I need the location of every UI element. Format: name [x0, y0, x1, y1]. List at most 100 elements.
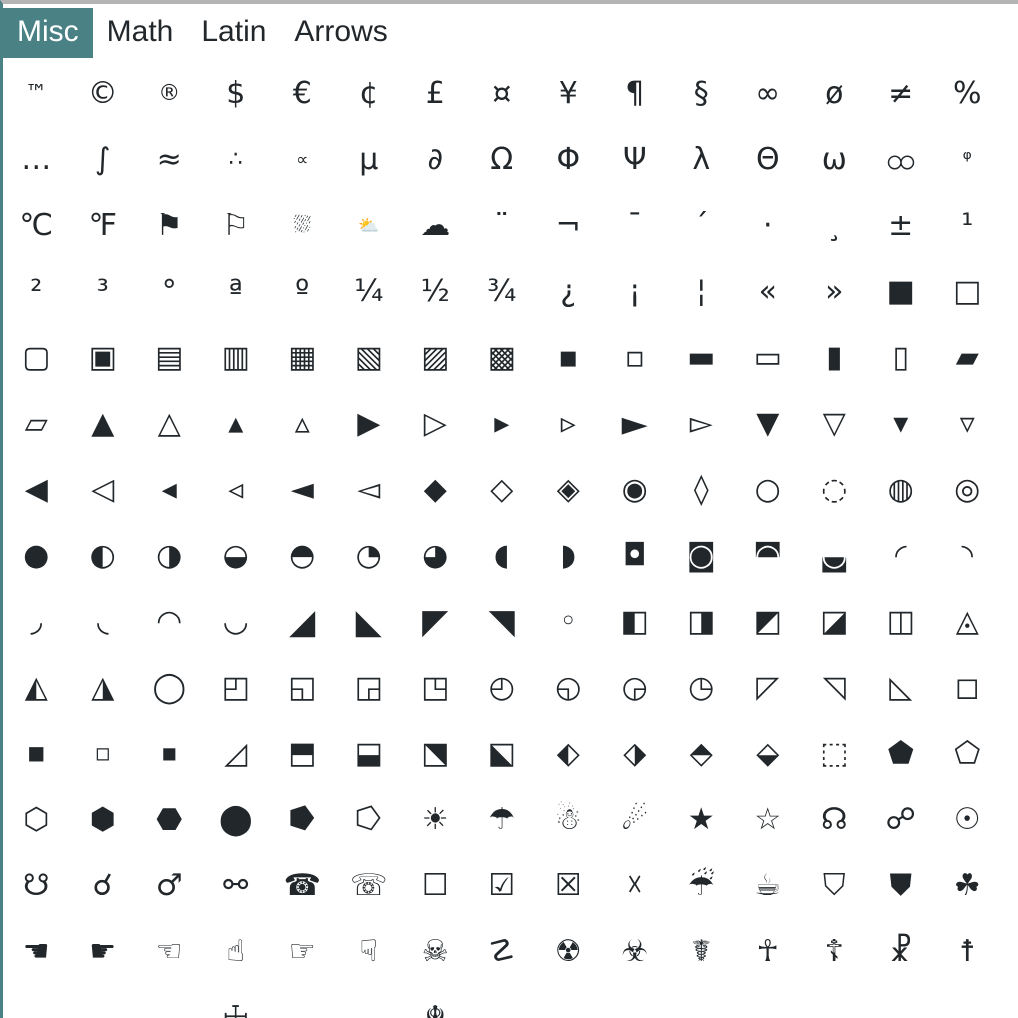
- clipped-cell-cell[interactable]: [801, 985, 868, 1018]
- clipped-cell-cell[interactable]: [70, 985, 137, 1018]
- square-left-half-black-cell[interactable]: ◧: [602, 589, 669, 655]
- square-vertical-bisecting-line-cell[interactable]: ◫: [868, 589, 935, 655]
- superscript-three-cell[interactable]: ³: [70, 259, 137, 325]
- clipped-cell-cell[interactable]: [934, 985, 1001, 1018]
- black-right-pointing-small-triangle-cell[interactable]: ▸: [469, 391, 536, 457]
- sun-behind-cloud-cell[interactable]: ⛅: [336, 193, 403, 259]
- lower-half-inverse-white-circle-cell[interactable]: ◛: [801, 523, 868, 589]
- upper-left-triangle-cell[interactable]: ◸: [735, 655, 802, 721]
- black-left-pointing-small-triangle-cell[interactable]: ◂: [136, 457, 203, 523]
- square-upper-left-to-lower-right-fill-cell[interactable]: ▧: [336, 325, 403, 391]
- white-up-pointing-index-cell[interactable]: ☝: [203, 919, 270, 985]
- white-down-pointing-triangle-cell[interactable]: ▽: [801, 391, 868, 457]
- upper-right-quadrant-circular-arc-cell[interactable]: ◝: [934, 523, 1001, 589]
- black-square-cell[interactable]: ■: [868, 259, 935, 325]
- currency-sign-cell[interactable]: ¤: [469, 61, 536, 127]
- ballot-box-with-x-cell[interactable]: ☒: [535, 853, 602, 919]
- comet-cell[interactable]: ☄: [602, 787, 669, 853]
- umbrella-with-rain-drops-cell[interactable]: ☔: [668, 853, 735, 919]
- white-medium-square-cell[interactable]: ◻: [934, 655, 1001, 721]
- upper-half-inverse-white-circle-cell[interactable]: ◚: [735, 523, 802, 589]
- ankh-cell[interactable]: ☥: [735, 919, 802, 985]
- broken-bar-cell[interactable]: ¦: [668, 259, 735, 325]
- white-circle-cell[interactable]: ○: [735, 457, 802, 523]
- circle-vertical-fill-cell[interactable]: ◍: [868, 457, 935, 523]
- inverse-bullet-cell[interactable]: ◘: [602, 523, 669, 589]
- sun-symbol-cell[interactable]: ☉: [934, 787, 1001, 853]
- clipped-cell-cell[interactable]: [3, 985, 70, 1018]
- right-double-angle-quote-cell[interactable]: »: [801, 259, 868, 325]
- square-lower-left-diagonal-half-black-cell[interactable]: ◩: [735, 589, 802, 655]
- square-orthogonal-crosshatch-fill-cell[interactable]: ▦: [269, 325, 336, 391]
- clipped-cell-cell[interactable]: [602, 985, 669, 1018]
- white-right-pointing-pentagon-cell[interactable]: ⭔: [336, 787, 403, 853]
- dotted-square-cell[interactable]: ⬚: [801, 721, 868, 787]
- circle-upper-half-black-cell[interactable]: ◓: [269, 523, 336, 589]
- square-lower-half-black-cell[interactable]: ⬓: [336, 721, 403, 787]
- white-flag-cell[interactable]: ⚐: [203, 193, 270, 259]
- white-up-pointing-triangle-cell[interactable]: △: [136, 391, 203, 457]
- bullseye-cell[interactable]: ◎: [934, 457, 1001, 523]
- ballot-box-cell[interactable]: ☐: [402, 853, 469, 919]
- yen-sign-cell[interactable]: ¥: [535, 61, 602, 127]
- ballot-box-with-check-cell[interactable]: ☑: [469, 853, 536, 919]
- diamond-lower-half-black-cell[interactable]: ⬙: [735, 721, 802, 787]
- vulgar-fraction-one-half-cell[interactable]: ½: [402, 259, 469, 325]
- black-up-pointing-small-triangle-cell[interactable]: ▴: [203, 391, 270, 457]
- cent-sign-cell[interactable]: ¢: [336, 61, 403, 127]
- square-lower-left-quadrant-cell[interactable]: ◱: [269, 655, 336, 721]
- chi-rho-cell[interactable]: ☧: [868, 919, 935, 985]
- white-left-pointing-pointer-cell[interactable]: ◅: [336, 457, 403, 523]
- pound-sign-cell[interactable]: £: [402, 61, 469, 127]
- dotted-circle-cell[interactable]: ◌: [801, 457, 868, 523]
- square-vertical-fill-cell[interactable]: ▥: [203, 325, 270, 391]
- white-vertical-rectangle-cell[interactable]: ▯: [868, 325, 935, 391]
- black-left-pointing-pointer-cell[interactable]: ◄: [269, 457, 336, 523]
- white-square-rounded-corners-cell[interactable]: ▢: [3, 325, 70, 391]
- tab-latin[interactable]: Latin: [187, 8, 280, 58]
- circle-left-half-black-cell[interactable]: ◐: [70, 523, 137, 589]
- conjunction-cell[interactable]: ☌: [70, 853, 137, 919]
- white-left-pointing-small-triangle-cell[interactable]: ◃: [203, 457, 270, 523]
- lower-right-quadrant-circular-arc-cell[interactable]: ◞: [3, 589, 70, 655]
- modifier-letter-phi-cell[interactable]: ᵠ: [934, 127, 1001, 193]
- dollar-sign-cell[interactable]: $: [203, 61, 270, 127]
- tab-misc[interactable]: Misc: [3, 8, 93, 58]
- cloud-symbol-cell[interactable]: ☁: [402, 193, 469, 259]
- section-sign-cell[interactable]: §: [668, 61, 735, 127]
- square-right-half-black-cell[interactable]: ◨: [668, 589, 735, 655]
- white-right-pointing-small-triangle-cell[interactable]: ▹: [535, 391, 602, 457]
- white-left-pointing-index-cell[interactable]: ☜: [136, 919, 203, 985]
- white-pentagon-cell[interactable]: ⬠: [934, 721, 1001, 787]
- greek-small-omega-cell[interactable]: ω: [801, 127, 868, 193]
- square-upper-left-quadrant-cell[interactable]: ◰: [203, 655, 270, 721]
- saltire-cell[interactable]: ☓: [602, 853, 669, 919]
- lower-half-circle-cell[interactable]: ◡: [203, 589, 270, 655]
- white-small-square-cell[interactable]: ▫: [602, 325, 669, 391]
- ascending-node-cell[interactable]: ☊: [801, 787, 868, 853]
- turned-black-shogi-piece-cell[interactable]: ⛊: [868, 853, 935, 919]
- descending-node-cell[interactable]: ☋: [3, 853, 70, 919]
- plus-minus-sign-cell[interactable]: ±: [868, 193, 935, 259]
- black-small-square-cell[interactable]: ▪: [535, 325, 602, 391]
- circle-all-but-upper-left-quadrant-black-cell[interactable]: ◕: [402, 523, 469, 589]
- skull-and-crossbones-cell[interactable]: ☠: [402, 919, 469, 985]
- white-left-pointing-triangle-cell[interactable]: ◁: [70, 457, 137, 523]
- upper-right-triangle-cell[interactable]: ◹: [801, 655, 868, 721]
- integral-sign-cell[interactable]: ∫: [70, 127, 137, 193]
- fisheye-cell[interactable]: ◉: [602, 457, 669, 523]
- proportional-to-sign-cell[interactable]: ∝: [269, 127, 336, 193]
- degree-sign-cell[interactable]: °: [136, 259, 203, 325]
- circle-right-half-black-cell[interactable]: ◑: [136, 523, 203, 589]
- black-circle-cell[interactable]: ●: [3, 523, 70, 589]
- circle-upper-right-quadrant-black-cell[interactable]: ◔: [336, 523, 403, 589]
- white-square-cell[interactable]: □: [934, 259, 1001, 325]
- inverted-exclamation-mark-cell[interactable]: ¡: [602, 259, 669, 325]
- left-double-angle-quote-cell[interactable]: «: [735, 259, 802, 325]
- therefore-sign-cell[interactable]: ∴: [203, 127, 270, 193]
- superscript-one-cell[interactable]: ¹: [934, 193, 1001, 259]
- white-right-pointing-triangle-cell[interactable]: ▷: [402, 391, 469, 457]
- registered-sign-cell[interactable]: ®: [136, 61, 203, 127]
- white-right-pointing-index-cell[interactable]: ☞: [269, 919, 336, 985]
- black-upper-right-triangle-cell[interactable]: ◥: [469, 589, 536, 655]
